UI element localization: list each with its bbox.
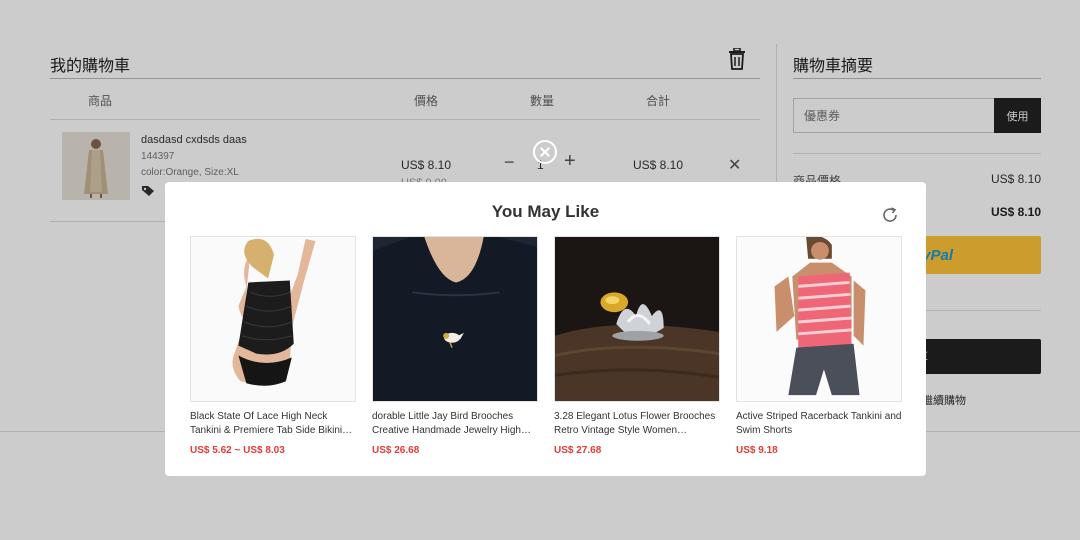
product-image[interactable]: [736, 236, 902, 402]
product-image[interactable]: [554, 236, 720, 402]
product-card[interactable]: Black State Of Lace High Neck Tankini & …: [190, 236, 356, 456]
product-image[interactable]: [372, 236, 538, 402]
product-price: US$ 9.18: [736, 445, 778, 456]
modal-title: You May Like: [491, 202, 600, 221]
product-card[interactable]: 3.28 Elegant Lotus Flower Brooches Retro…: [554, 236, 720, 456]
product-price: US$ 5.62 ~ US$ 8.03: [190, 445, 285, 456]
close-modal-button[interactable]: [533, 140, 557, 164]
product-image[interactable]: [190, 236, 356, 402]
product-name[interactable]: dorable Little Jay Bird Brooches Creativ…: [372, 410, 538, 438]
product-name[interactable]: Active Striped Racerback Tankini and Swi…: [736, 410, 902, 438]
product-name[interactable]: 3.28 Elegant Lotus Flower Brooches Retro…: [554, 410, 720, 438]
product-name[interactable]: Black State Of Lace High Neck Tankini & …: [190, 410, 356, 438]
product-card[interactable]: dorable Little Jay Bird Brooches Creativ…: [372, 236, 538, 456]
refresh-button[interactable]: [881, 206, 899, 224]
product-price: US$ 26.68: [372, 445, 420, 456]
product-card[interactable]: Active Striped Racerback Tankini and Swi…: [736, 236, 902, 456]
product-price: US$ 27.68: [554, 445, 602, 456]
recommendation-modal: You May Like Black State Of Lace High Ne…: [165, 182, 926, 476]
refresh-icon: [883, 207, 897, 222]
